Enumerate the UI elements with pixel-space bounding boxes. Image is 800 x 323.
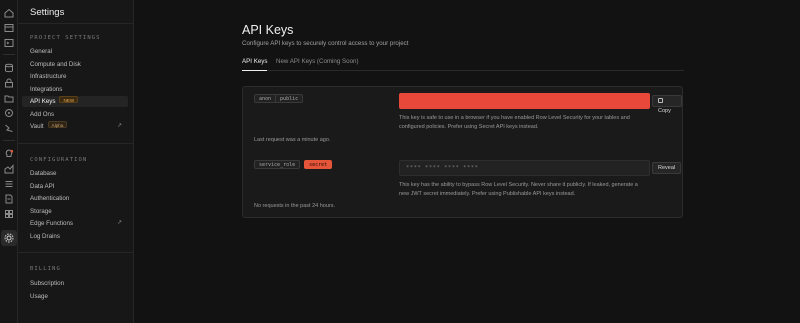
service-role-key-note-line: new JWT secret immediately. Prefer using… [399, 190, 576, 197]
section-heading-billing: BILLING [30, 266, 61, 272]
rail-divider [3, 54, 15, 55]
service-role-key-tags: service_role secret [254, 160, 333, 169]
sidebar-item-vault[interactable]: Vault Alpha ↗ [22, 121, 128, 132]
service-role-tag: service_role [254, 160, 301, 169]
sidebar-item-add-ons[interactable]: Add Ons [22, 109, 128, 120]
integrations-icon[interactable] [3, 208, 15, 220]
anon-key-note: This key is safe to use in a browser if … [399, 114, 699, 131]
sidebar-item-label: Subscription [30, 280, 65, 287]
alpha-badge: Alpha [47, 121, 68, 128]
new-badge: NEW [59, 96, 79, 103]
tab-bar: API Keys New API Keys (Coming Soon) [242, 56, 684, 71]
api-docs-icon[interactable] [3, 193, 15, 205]
sidebar-item-subscription[interactable]: Subscription [22, 278, 128, 289]
sidebar-item-infrastructure[interactable]: Infrastructure [22, 71, 128, 82]
sidebar-item-label: Infrastructure [30, 73, 67, 80]
sidebar-item-label: Vault [30, 123, 44, 130]
service-role-key-field[interactable]: **** **** **** **** [399, 160, 650, 176]
sidebar-item-api-keys[interactable]: API Keys NEW [22, 96, 128, 107]
sidebar-item-label: Edge Functions [30, 220, 73, 227]
sidebar-item-authentication[interactable]: Authentication [22, 193, 128, 204]
external-link-icon: ↗ [116, 123, 122, 129]
anon-key-note-line: This key is safe to use in a browser if … [399, 115, 630, 121]
section-heading-configuration: CONFIGURATION [30, 157, 88, 163]
advisors-icon[interactable] [3, 148, 15, 160]
secret-tag: secret [304, 160, 333, 169]
settings-icon[interactable] [1, 230, 17, 246]
storage-icon[interactable] [3, 92, 15, 104]
sidebar-item-database[interactable]: Database [22, 168, 128, 179]
logs-icon[interactable] [3, 178, 15, 190]
anon-tag: anon [254, 94, 277, 103]
sidebar-item-label: Authentication [30, 195, 70, 202]
realtime-icon[interactable] [3, 122, 15, 134]
reveal-button[interactable]: Reveal [652, 162, 682, 174]
sidebar-item-data-api[interactable]: Data API [22, 181, 128, 192]
external-link-icon: ↗ [116, 220, 122, 226]
sidebar-item-integrations[interactable]: Integrations [22, 84, 128, 95]
database-icon[interactable] [3, 62, 15, 74]
anon-last-request: Last request was a minute ago. [254, 137, 331, 143]
sidebar-divider [18, 23, 134, 24]
api-keys-card: anon public Copy This key is safe to use … [242, 86, 683, 218]
icon-rail [0, 0, 18, 323]
copy-button[interactable]: Copy [652, 95, 682, 114]
service-role-key-note-line: This key has the ability to bypass Row L… [399, 182, 638, 188]
sidebar-item-label: Database [30, 170, 57, 177]
page-title: API Keys [242, 23, 294, 37]
reports-icon[interactable] [3, 163, 15, 175]
anon-key-note-line: configured policies. Prefer using Secret… [399, 123, 539, 130]
sidebar-item-label: General [30, 48, 53, 55]
sql-editor-icon[interactable] [3, 37, 15, 49]
public-tag: public [276, 94, 304, 103]
sidebar-item-label: API Keys [30, 98, 56, 105]
sidebar-item-label: Log Drains [30, 232, 60, 240]
page-subtitle: Configure API keys to securely control a… [242, 40, 409, 47]
sidebar-item-log-drains[interactable]: Log Drains [22, 231, 128, 242]
sidebar-item-storage[interactable]: Storage [22, 206, 128, 217]
sidebar-divider [18, 252, 134, 253]
tab-new-api-keys[interactable]: New API Keys (Coming Soon) [276, 58, 359, 71]
main-content: API Keys Configure API keys to securely … [135, 0, 800, 323]
sidebar-item-label: Storage [30, 207, 52, 215]
service-role-last-request: No requests in the past 24 hours. [254, 203, 336, 209]
edge-functions-icon[interactable] [3, 107, 15, 119]
sidebar-item-usage[interactable]: Usage [22, 291, 128, 302]
sidebar-item-label: Add Ons [30, 110, 55, 118]
sidebar-item-label: Usage [30, 292, 48, 300]
sidebar-item-label: Integrations [30, 85, 63, 93]
service-role-key-note: This key has the ability to bypass Row L… [399, 181, 699, 198]
section-heading-project-settings: PROJECT SETTINGS [30, 35, 101, 41]
home-icon[interactable] [3, 7, 15, 19]
copy-icon [658, 98, 663, 103]
sidebar-item-label: Data API [30, 182, 55, 190]
authentication-icon[interactable] [3, 77, 15, 89]
sidebar-item-label: Compute and Disk [30, 60, 81, 68]
sidebar-item-general[interactable]: General [22, 46, 128, 57]
tab-api-keys[interactable]: API Keys [242, 58, 268, 71]
settings-sidebar: Settings PROJECT SETTINGS General Comput… [18, 0, 134, 323]
sidebar-item-edge-functions[interactable]: Edge Functions ↗ [22, 218, 128, 229]
table-editor-icon[interactable] [3, 22, 15, 34]
rail-divider [3, 140, 15, 141]
sidebar-divider [18, 143, 134, 144]
anon-key-tags: anon public [254, 94, 304, 103]
sidebar-title: Settings [30, 7, 65, 18]
anon-key-field[interactable] [399, 93, 650, 109]
sidebar-item-compute-and-disk[interactable]: Compute and Disk [22, 59, 128, 70]
